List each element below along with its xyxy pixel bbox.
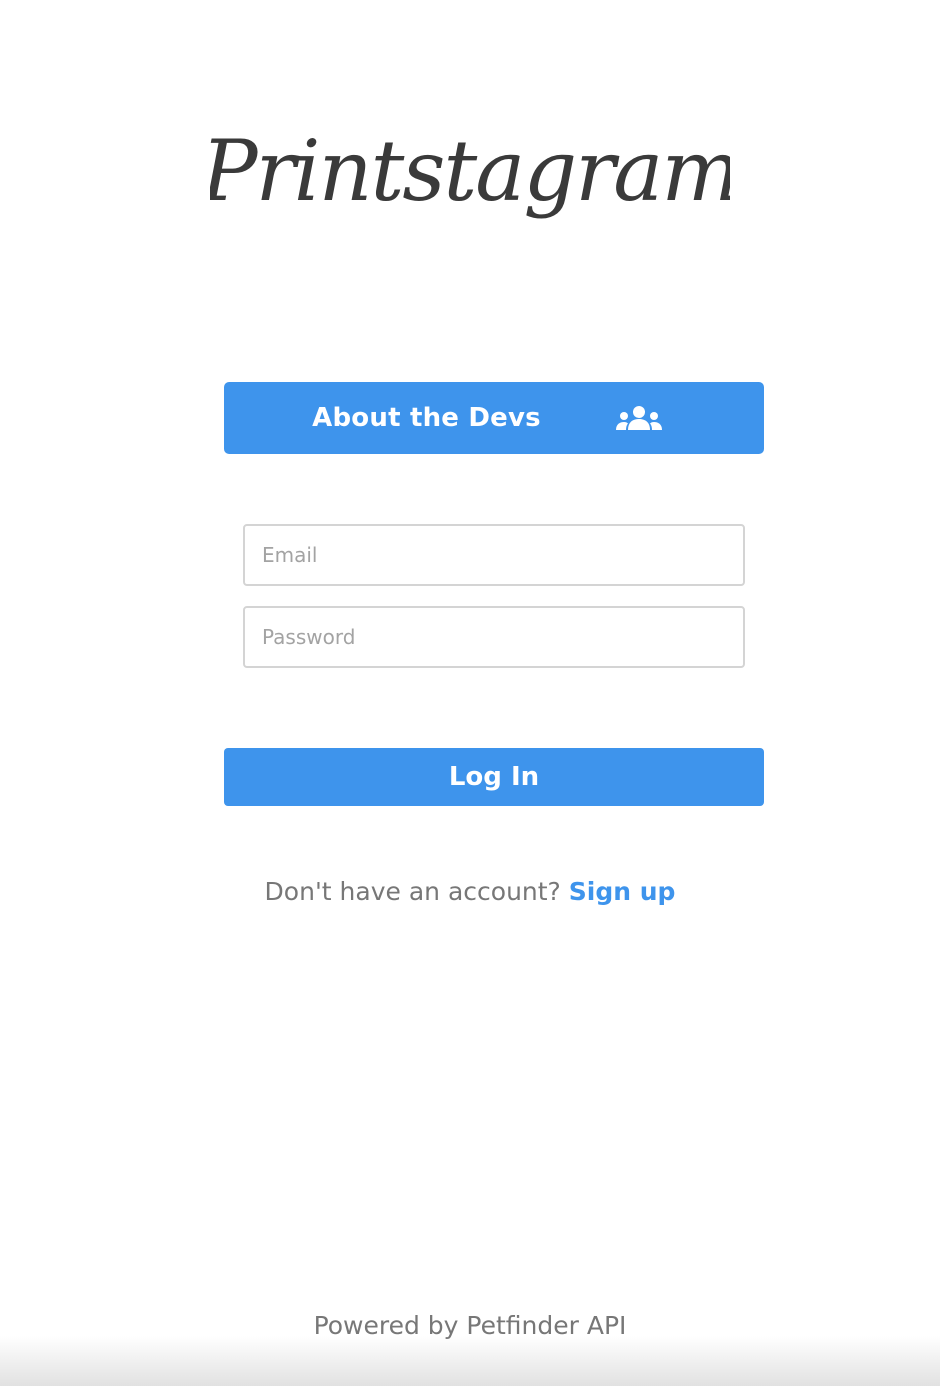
- about-devs-label: About the Devs: [312, 403, 541, 433]
- signup-prompt-text: Don't have an account?: [264, 877, 569, 906]
- signup-link[interactable]: Sign up: [569, 877, 676, 906]
- email-field[interactable]: [243, 524, 745, 586]
- password-field[interactable]: [243, 606, 745, 668]
- app-logo: Printstagram: [0, 100, 940, 250]
- login-button-label: Log In: [448, 762, 540, 792]
- logo-text: Printstagram: [210, 122, 730, 220]
- about-devs-button[interactable]: About the Devs: [224, 382, 764, 454]
- bottom-shadow: [0, 1336, 940, 1386]
- signup-prompt-row: Don't have an account? Sign up: [0, 872, 940, 912]
- people-group-icon: [616, 406, 662, 430]
- login-button[interactable]: Log In: [224, 748, 764, 806]
- logo-wordmark: Printstagram: [210, 122, 730, 220]
